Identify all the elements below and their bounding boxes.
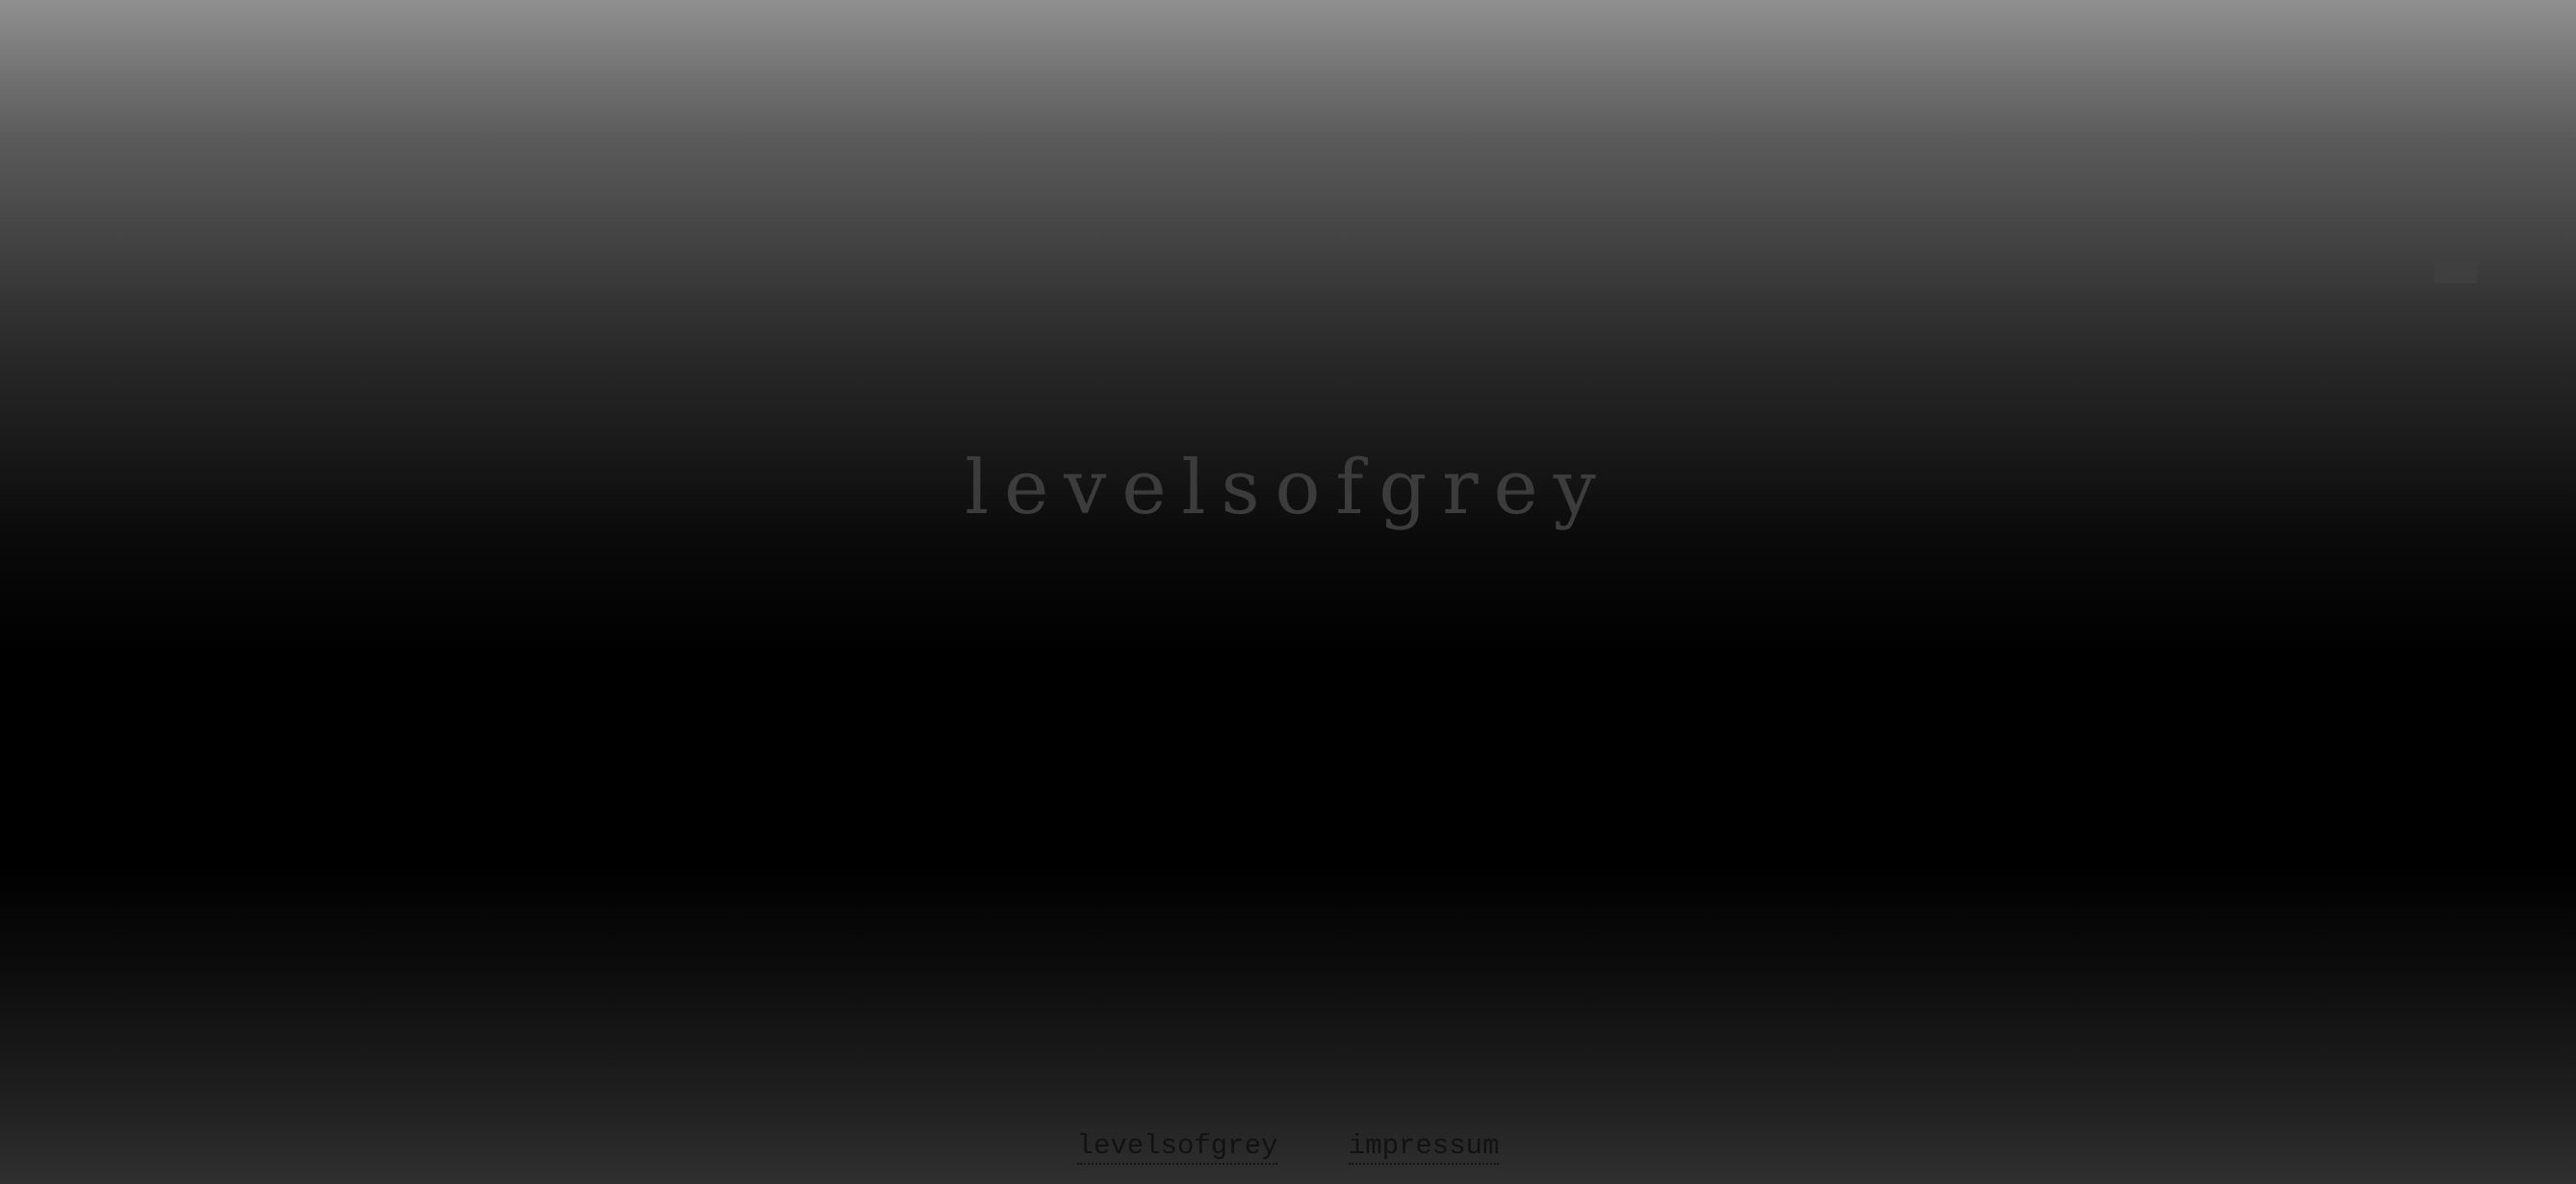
footer-link-impressum[interactable]: impressum [1348,1130,1500,1165]
site-logo: levelsofgrey [965,445,1611,531]
footer-link-levelsofgrey[interactable]: levelsofgrey [1076,1130,1278,1165]
footer-nav: levelsofgrey impressum [0,1130,2576,1165]
corner-button[interactable] [2434,262,2477,283]
